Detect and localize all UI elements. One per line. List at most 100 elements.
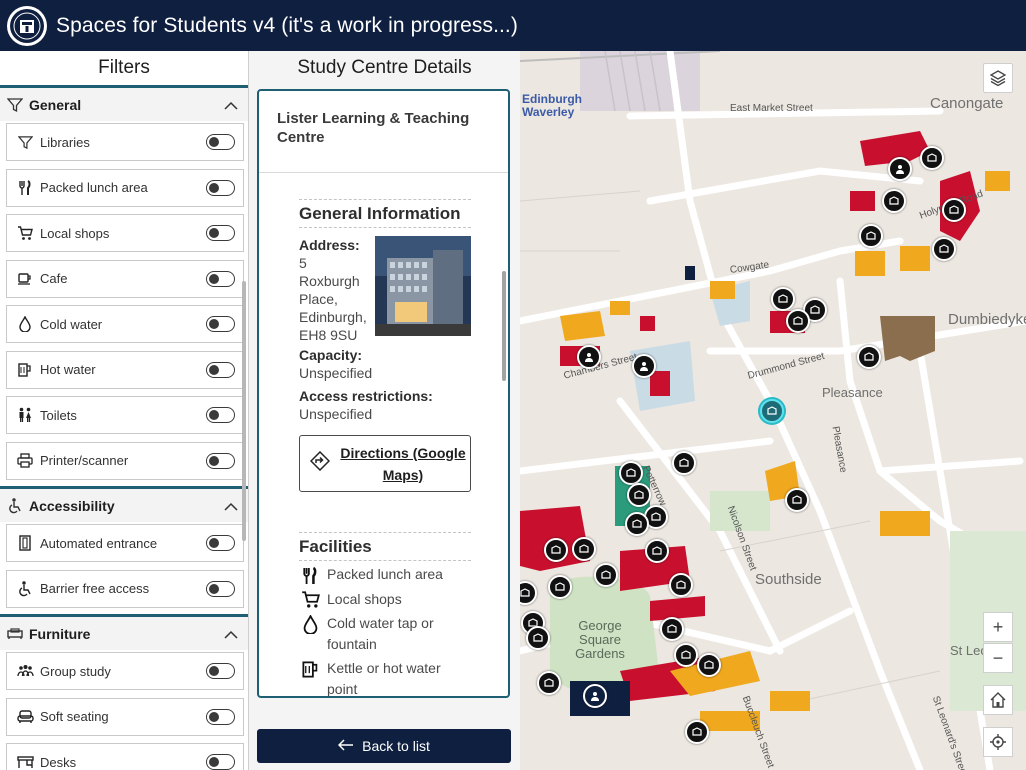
address-block: Address: 5 Roxburgh Place, Edinburgh, EH… [299,236,471,344]
filter-row-automated-entrance[interactable]: Automated entrance [6,524,244,562]
toggle-switch[interactable] [206,270,235,287]
zoom-in-button[interactable]: + [983,612,1013,642]
study-space-pin[interactable] [594,563,618,587]
study-space-pin[interactable] [537,671,561,695]
map-view[interactable]: Canongate Edinburgh Waverley Dumbiedykes… [520,51,1026,770]
filter-row-libraries[interactable]: Libraries [6,123,244,161]
facility-item: Packed lunch area [299,564,471,586]
toggle-switch[interactable] [206,452,235,469]
access-label: Access restrictions: [299,388,433,404]
study-space-pin[interactable] [942,198,966,222]
filter-row-local-shops[interactable]: Local shops [6,214,244,252]
selected-study-space-pin[interactable] [760,399,784,423]
zoom-out-button[interactable]: − [983,643,1013,673]
filters-scrollbar[interactable] [242,281,246,541]
card-scrollbar[interactable] [502,271,506,381]
study-space-pin[interactable] [697,653,721,677]
study-space-pin[interactable] [526,626,550,650]
study-space-pin[interactable] [920,146,944,170]
street-label: East Market Street [730,103,813,114]
study-space-pin[interactable] [572,537,596,561]
study-space-pin[interactable] [786,309,810,333]
toggle-switch[interactable] [206,708,235,725]
toggle-switch[interactable] [206,580,235,597]
toggle-switch[interactable] [206,407,235,423]
study-space-pin[interactable] [577,345,601,369]
details-title: Study Centre Details [297,57,472,78]
study-space-pin[interactable] [625,512,649,536]
toggle-switch[interactable] [206,225,235,241]
filter-group-accessibility[interactable]: Accessibility [0,486,248,522]
filter-row-cold-water[interactable]: Cold water [6,305,244,343]
filter-group-furniture[interactable]: Furniture [0,614,248,650]
study-space-pin[interactable] [771,287,795,311]
arrow-left-icon [338,738,354,754]
filter-group-general[interactable]: General [0,85,248,121]
filter-label: Automated entrance [40,535,158,551]
study-space-pin[interactable] [857,345,881,369]
layers-button[interactable] [983,63,1013,93]
filter-row-desks[interactable]: Desks [6,743,244,770]
study-space-pin[interactable] [583,684,607,708]
filter-label: Toilets [40,407,77,423]
chevron-up-icon[interactable] [224,98,238,114]
chevron-up-icon[interactable] [224,499,238,515]
back-to-list-button[interactable]: Back to list [257,729,511,763]
study-space-pin[interactable] [674,643,698,667]
toggle-switch[interactable] [206,316,235,332]
study-centre-card: Lister Learning & Teaching Centre Genera… [257,89,510,698]
filter-label: Printer/scanner [40,453,129,468]
filter-label: Hot water [40,362,96,377]
locate-button[interactable] [983,727,1013,757]
facility-item: Kettle or hot water point [299,658,471,696]
study-space-pin[interactable] [685,720,709,744]
desk-icon [15,753,35,770]
study-space-pin[interactable] [888,157,912,181]
building-photo [375,236,471,336]
access-value: Unspecified [299,406,373,422]
study-space-pin[interactable] [645,539,669,563]
study-space-pin[interactable] [672,451,696,475]
study-space-pin[interactable] [669,573,693,597]
filter-row-toilets[interactable]: Toilets [6,396,244,434]
toggle-switch[interactable] [206,179,235,196]
university-crest-logo [7,5,47,46]
filter-row-printer[interactable]: Printer/scanner [6,441,244,480]
filter-row-soft-seating[interactable]: Soft seating [6,697,244,736]
wheelchair-icon [15,580,35,598]
filter-row-hot-water[interactable]: Hot water [6,350,244,389]
toggle-switch[interactable] [206,134,235,150]
facilities-heading: Facilities [299,532,471,561]
study-space-pin[interactable] [932,237,956,261]
filter-row-packed-lunch[interactable]: Packed lunch area [6,168,244,207]
study-space-pin[interactable] [548,575,572,599]
filter-label: Local shops [40,225,110,241]
toggle-switch[interactable] [206,663,235,679]
chevron-up-icon[interactable] [224,627,238,643]
toggle-switch[interactable] [206,361,235,378]
home-button[interactable] [983,685,1013,715]
toggle-switch[interactable] [206,535,235,551]
study-space-pin[interactable] [785,488,809,512]
filter-group-label: Furniture [29,625,91,642]
app-title: Spaces for Students v4 (it's a work in p… [56,13,518,37]
place-label: Edinburgh Waverley [522,92,582,119]
study-space-pin[interactable] [859,224,883,248]
study-space-pin[interactable] [632,354,656,378]
place-label: Southside [755,571,822,588]
study-space-pin[interactable] [619,461,643,485]
study-space-pin[interactable] [627,483,651,507]
door-icon [15,534,35,552]
filter-icon [6,96,24,114]
study-space-pin[interactable] [660,617,684,641]
filter-row-group-study[interactable]: Group study [6,652,244,690]
toggle-switch[interactable] [206,754,235,770]
directions-button[interactable]: Directions (Google Maps) [299,435,471,492]
toilets-icon [15,406,35,424]
filter-label: Packed lunch area [40,180,148,195]
study-space-pin[interactable] [882,189,906,213]
study-space-pin[interactable] [544,538,568,562]
facilities-section: Facilities Packed lunch area Local shops… [299,532,471,696]
filter-row-cafe[interactable]: Cafe [6,259,244,298]
filter-row-barrier-free[interactable]: Barrier free access [6,569,244,608]
